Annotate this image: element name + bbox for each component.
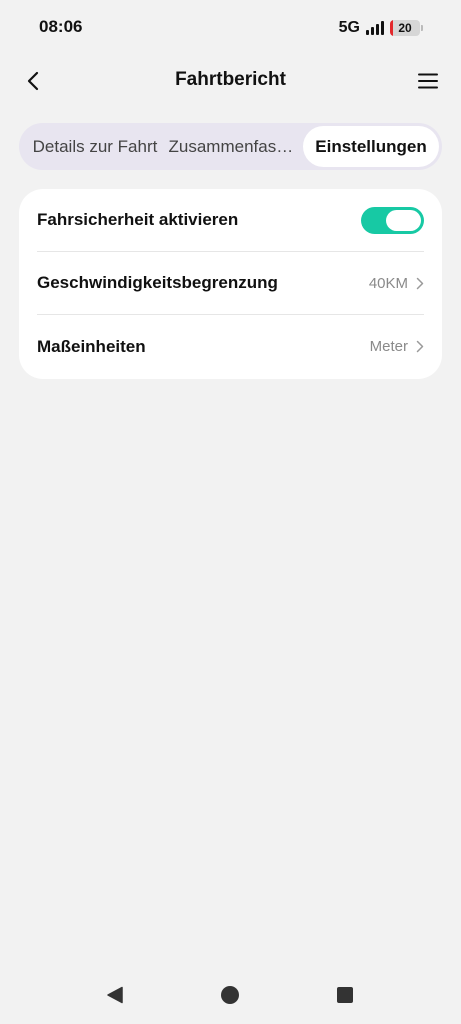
nav-home-button[interactable] (219, 984, 241, 1006)
units-value: Meter (369, 338, 408, 355)
status-time: 08:06 (39, 17, 83, 36)
status-indicators: 5G 20 (339, 18, 423, 38)
tab-trip-details[interactable]: Details zur Fahrt (22, 126, 164, 167)
setting-row-units[interactable]: Maßeinheiten Meter (37, 315, 424, 378)
settings-card: Fahrsicherheit aktivieren Geschwindigkei… (19, 189, 442, 379)
tab-bar: Details zur Fahrt Zusammenfassung Einste… (19, 123, 442, 170)
chevron-right-icon (416, 277, 424, 289)
setting-value-group: Meter (370, 338, 424, 355)
speed-limit-value: 40KM (368, 274, 408, 292)
tab-label: Zusammenfassung (168, 136, 299, 156)
square-recent-icon (337, 987, 353, 1003)
nav-back-button[interactable] (104, 984, 126, 1006)
toggle-knob (386, 209, 421, 231)
menu-button[interactable] (413, 66, 443, 96)
setting-row-speed-limit[interactable]: Geschwindigkeitsbegrenzung 40KM (37, 252, 424, 315)
network-type: 5G (338, 19, 360, 36)
status-bar: 08:06 5G 20 (0, 0, 461, 56)
tab-summary[interactable]: Zusammenfassung (164, 126, 303, 167)
tab-settings[interactable]: Einstellungen (303, 126, 439, 167)
system-nav-bar (0, 968, 461, 1024)
setting-row-safety: Fahrsicherheit aktivieren (37, 189, 424, 252)
circle-home-icon (221, 986, 239, 1004)
chevron-right-icon (416, 340, 424, 353)
app-header: Fahrtbericht (0, 56, 461, 106)
setting-label: Geschwindigkeitsbegrenzung (37, 273, 278, 292)
setting-label: Maßeinheiten (37, 336, 146, 356)
triangle-back-icon (107, 986, 123, 1004)
tab-label: Einstellungen (315, 136, 427, 156)
battery-icon: 20 (390, 20, 420, 36)
safety-toggle[interactable] (361, 206, 424, 234)
signal-icon (366, 21, 384, 35)
battery-fill (390, 20, 393, 36)
setting-label: Fahrsicherheit aktivieren (37, 210, 239, 229)
setting-value-group: 40KM (369, 275, 424, 292)
nav-recent-button[interactable] (334, 984, 356, 1006)
battery-cap (421, 25, 423, 31)
tab-label: Details zur Fahrt (32, 136, 158, 156)
page-title: Fahrtbericht (175, 69, 286, 90)
hamburger-menu-icon (418, 73, 438, 89)
battery-level: 20 (398, 21, 412, 35)
